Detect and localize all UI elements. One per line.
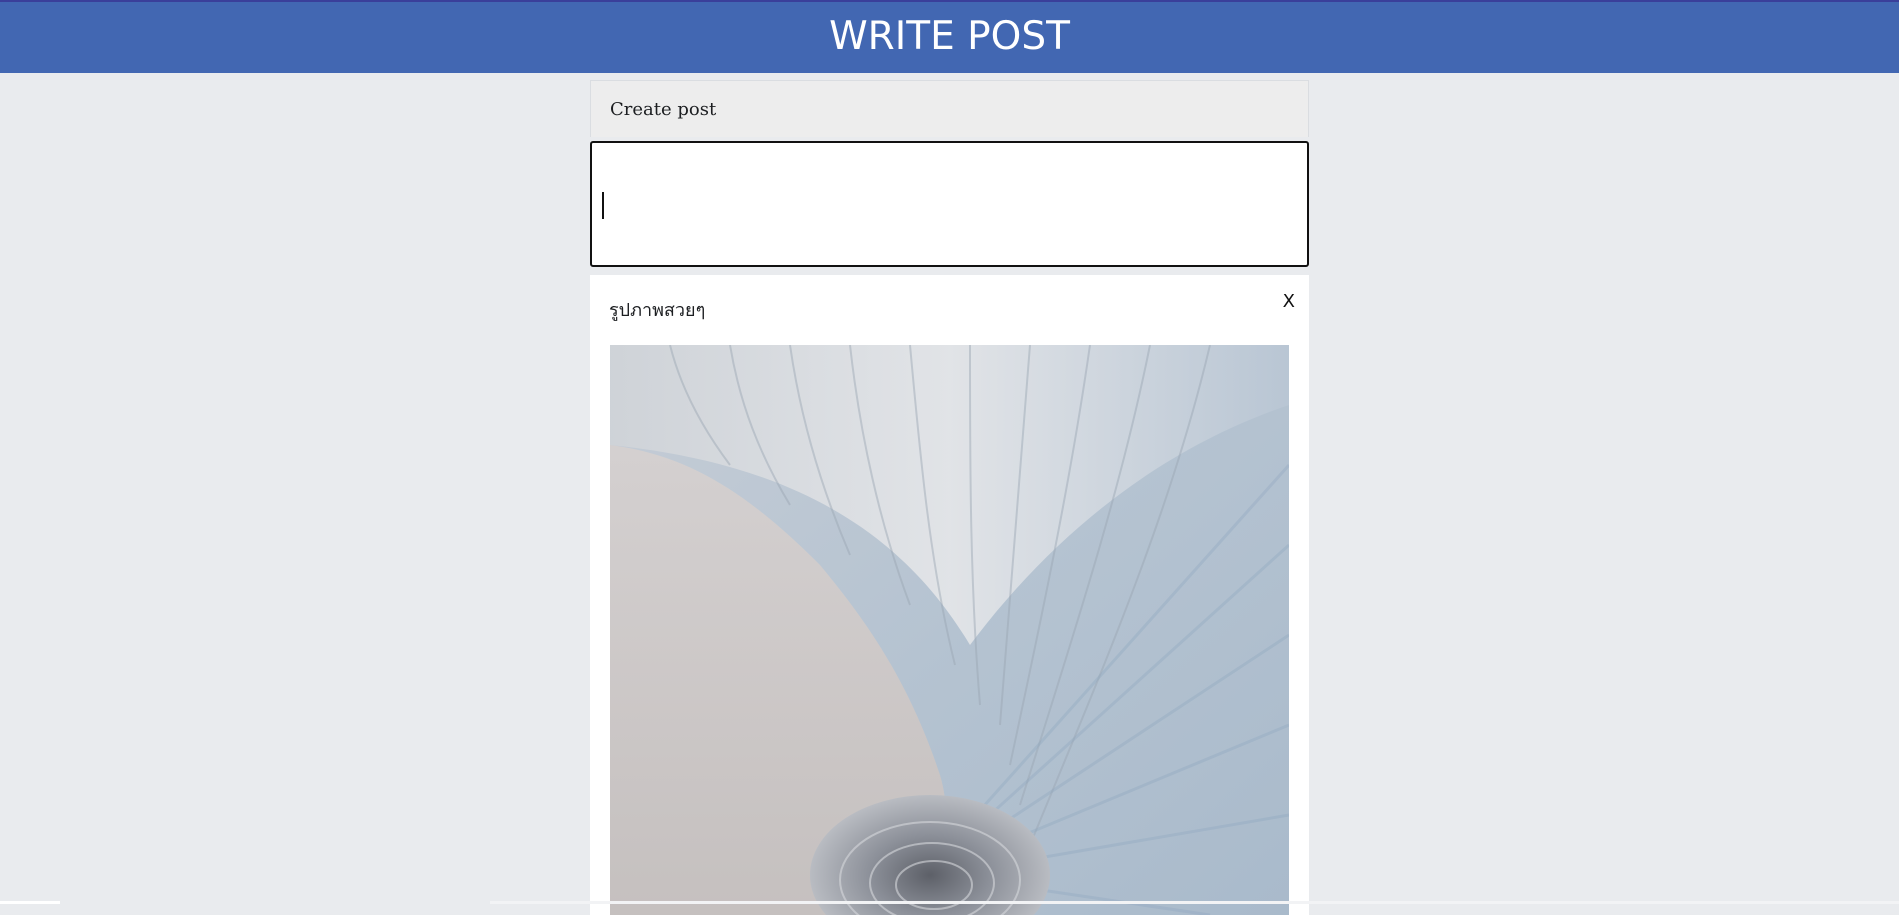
- text-caret: [602, 192, 604, 219]
- create-post-bar: Create post: [590, 80, 1309, 137]
- attached-photo: [610, 345, 1289, 915]
- remove-image-button[interactable]: X: [1283, 291, 1295, 312]
- create-post-label: Create post: [610, 99, 717, 120]
- attached-image-card: รูปภาพสวยๆ X: [590, 275, 1309, 915]
- page-title: WRITE POST: [829, 14, 1070, 59]
- post-text-input[interactable]: [590, 141, 1309, 267]
- image-caption: รูปภาพสวยๆ: [609, 300, 706, 321]
- app-header: WRITE POST: [0, 0, 1899, 73]
